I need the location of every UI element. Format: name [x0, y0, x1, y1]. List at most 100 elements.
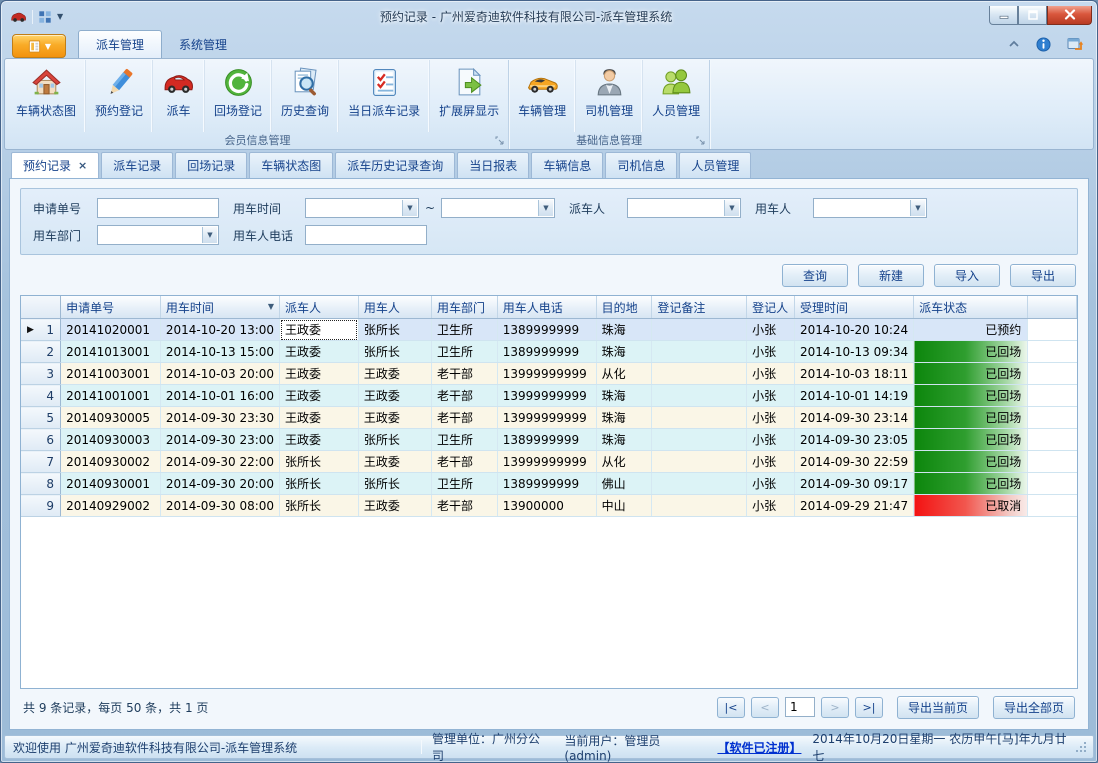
cell[interactable]: 从化	[596, 363, 652, 385]
about-icon[interactable]	[1067, 36, 1084, 52]
dispatch-status-cell[interactable]: 已回场	[914, 451, 1028, 473]
doc-tab[interactable]: 车辆状态图	[249, 152, 333, 178]
cell[interactable]: 王政委	[358, 407, 431, 429]
cell[interactable]: 珠海	[596, 385, 652, 407]
cell[interactable]: 王政委	[280, 363, 359, 385]
cell[interactable]: 小张	[747, 495, 795, 517]
cell[interactable]: 2014-09-30 22:00	[160, 451, 279, 473]
table-row[interactable]: 5201409300052014-09-30 23:30王政委王政委老干部139…	[21, 407, 1077, 429]
cell[interactable]	[652, 385, 747, 407]
cell[interactable]: 2014-09-30 23:00	[160, 429, 279, 451]
cell[interactable]: 张所长	[280, 451, 359, 473]
cell[interactable]: 2014-09-29 21:47	[795, 495, 914, 517]
chevron-down-icon[interactable]: ▼	[538, 200, 553, 216]
column-header[interactable]: 登记备注	[652, 296, 747, 319]
cell[interactable]: 20141001001	[61, 385, 161, 407]
column-header[interactable]: 目的地	[596, 296, 652, 319]
cell[interactable]: 2014-09-30 20:00	[160, 473, 279, 495]
cell[interactable]: 卫生所	[432, 341, 498, 363]
dispatch-status-cell[interactable]: 已预约	[914, 319, 1028, 341]
column-header[interactable]: 派车状态	[914, 296, 1028, 319]
table-row[interactable]: 6201409300032014-09-30 23:00王政委张所长卫生所138…	[21, 429, 1077, 451]
doc-tab[interactable]: 司机信息	[605, 152, 677, 178]
cell[interactable]: 小张	[747, 451, 795, 473]
cell[interactable]: 王政委	[358, 495, 431, 517]
cell[interactable]	[652, 319, 747, 341]
cell[interactable]: 小张	[747, 385, 795, 407]
cell[interactable]: 珠海	[596, 341, 652, 363]
cell[interactable]: 2014-10-13 09:34	[795, 341, 914, 363]
cell[interactable]: 20141013001	[61, 341, 161, 363]
cell[interactable]: 小张	[747, 473, 795, 495]
cell[interactable]: 13999999999	[497, 451, 596, 473]
table-row[interactable]: 4201410010012014-10-01 16:00王政委王政委老干部139…	[21, 385, 1077, 407]
cell[interactable]: 老干部	[432, 451, 498, 473]
cell[interactable]: 2014-10-13 15:00	[160, 341, 279, 363]
cell[interactable]: 2014-10-03 20:00	[160, 363, 279, 385]
layout-grid-icon[interactable]	[38, 10, 52, 24]
cell[interactable]: 珠海	[596, 407, 652, 429]
dialog-launcher-icon[interactable]	[495, 136, 504, 145]
cell[interactable]: 13999999999	[497, 385, 596, 407]
minimize-button[interactable]	[989, 6, 1018, 25]
column-header[interactable]: 用车人电话	[497, 296, 596, 319]
cell[interactable]: 佛山	[596, 473, 652, 495]
table-row[interactable]: 7201409300022014-09-30 22:00张所长王政委老干部139…	[21, 451, 1077, 473]
table-row[interactable]: 8201409300012014-09-30 20:00张所长张所长卫生所138…	[21, 473, 1077, 495]
cell[interactable]: 小张	[747, 407, 795, 429]
cell[interactable]: 2014-09-30 23:14	[795, 407, 914, 429]
cell[interactable]: 1389999999	[497, 319, 596, 341]
cell[interactable]: 卫生所	[432, 319, 498, 341]
cell[interactable]: 王政委	[280, 429, 359, 451]
cell[interactable]	[652, 363, 747, 385]
ribbon-button-search-doc[interactable]: 历史查询	[271, 60, 338, 132]
row-indicator-cell[interactable]: ▶1	[21, 319, 61, 341]
column-header[interactable]: 派车人	[280, 296, 359, 319]
cell[interactable]	[652, 495, 747, 517]
ribbon-button-driver[interactable]: 司机管理	[575, 60, 642, 132]
cell[interactable]: 2014-10-03 18:11	[795, 363, 914, 385]
prev-page-button[interactable]: <	[751, 697, 779, 718]
cell[interactable]	[652, 429, 747, 451]
dispatch-status-cell[interactable]: 已回场	[914, 363, 1028, 385]
dispatch-status-cell[interactable]: 已回场	[914, 385, 1028, 407]
row-indicator-cell[interactable]: 6	[21, 429, 61, 451]
cell[interactable]: 王政委	[280, 385, 359, 407]
cell[interactable]	[652, 451, 747, 473]
cell[interactable]: 老干部	[432, 407, 498, 429]
cell[interactable]	[652, 341, 747, 363]
cell[interactable]: 20140930002	[61, 451, 161, 473]
column-header[interactable]: 用车人	[358, 296, 431, 319]
ribbon-tab-system[interactable]: 系统管理	[162, 31, 244, 58]
row-indicator-cell[interactable]: 9	[21, 495, 61, 517]
cell[interactable]: 13999999999	[497, 363, 596, 385]
use-time-to-select[interactable]: ▼	[441, 198, 555, 218]
order-no-input[interactable]	[97, 198, 219, 218]
doc-tab[interactable]: 预约记录×	[11, 152, 99, 178]
phone-input[interactable]	[305, 225, 427, 245]
query-button[interactable]: 查询	[782, 264, 848, 287]
cell[interactable]: 13900000	[497, 495, 596, 517]
info-icon[interactable]	[1036, 37, 1051, 52]
row-indicator-cell[interactable]: 8	[21, 473, 61, 495]
doc-tab[interactable]: 回场记录	[175, 152, 247, 178]
cell[interactable]: 张所长	[358, 473, 431, 495]
column-header[interactable]: 用车时间▼	[160, 296, 279, 319]
ribbon-button-red-car[interactable]: 派车	[152, 60, 204, 132]
dispatch-status-cell[interactable]: 已回场	[914, 407, 1028, 429]
chevron-down-icon[interactable]: ▼	[202, 227, 217, 243]
ribbon-button-pencil[interactable]: 预约登记	[85, 60, 152, 132]
cell[interactable]	[652, 407, 747, 429]
dispatch-status-cell[interactable]: 已取消	[914, 495, 1028, 517]
column-header[interactable]: 申请单号	[61, 296, 161, 319]
cell[interactable]: 王政委	[358, 385, 431, 407]
application-menu-button[interactable]: ▼	[12, 34, 66, 58]
dispatcher-select[interactable]: ▼	[627, 198, 741, 218]
cell[interactable]	[652, 473, 747, 495]
cell[interactable]: 2014-09-30 23:05	[795, 429, 914, 451]
export-all-pages-button[interactable]: 导出全部页	[993, 696, 1075, 719]
dialog-launcher-icon[interactable]	[696, 136, 705, 145]
cell[interactable]: 2014-09-30 09:17	[795, 473, 914, 495]
close-tab-icon[interactable]: ×	[78, 159, 87, 172]
cell[interactable]: 20140929002	[61, 495, 161, 517]
